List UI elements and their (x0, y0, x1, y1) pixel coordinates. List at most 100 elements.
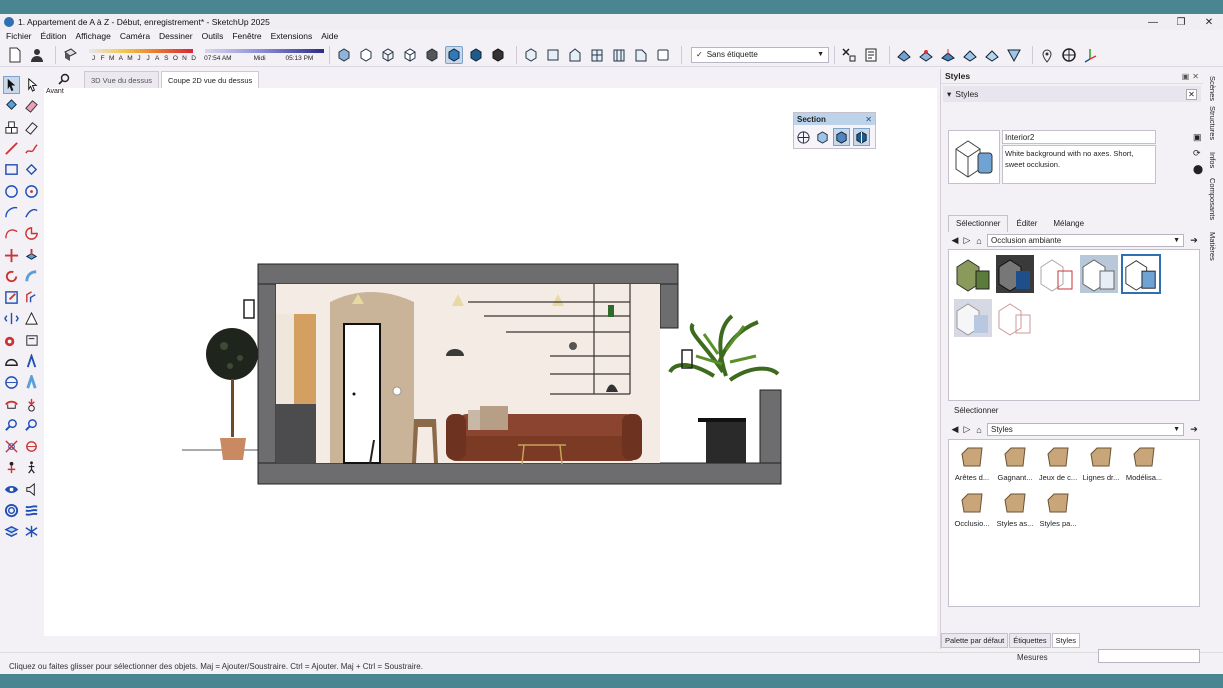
menu-affichage[interactable]: Affichage (76, 31, 111, 41)
menu-camera[interactable]: Caméra (120, 31, 150, 41)
components-icon[interactable] (3, 118, 20, 136)
bottom-view-icon[interactable] (654, 46, 672, 64)
three-point-arc-icon[interactable] (3, 225, 20, 243)
text-tool-icon[interactable] (24, 353, 41, 371)
axes-tool-icon[interactable] (1082, 46, 1100, 64)
tab-scenes[interactable]: Scènes (1208, 76, 1217, 101)
style-thumb[interactable] (1079, 254, 1119, 294)
shadow-toggle-icon[interactable] (61, 46, 79, 64)
left-view-icon[interactable] (632, 46, 650, 64)
iso-view-icon[interactable] (522, 46, 540, 64)
tab-materials[interactable]: Matières (1208, 232, 1217, 261)
style-description-field[interactable]: White background with no axes. Short, sw… (1002, 145, 1156, 184)
right-view-icon[interactable] (588, 46, 606, 64)
scale-icon[interactable] (3, 289, 20, 307)
3d-text-icon[interactable] (24, 374, 41, 392)
sandbox-stamp-icon[interactable] (917, 46, 935, 64)
offset-icon[interactable] (24, 289, 41, 307)
back-view-icon[interactable] (610, 46, 628, 64)
details-icon[interactable]: ➔ (1187, 235, 1201, 246)
section-plane-icon[interactable] (796, 128, 812, 146)
close-icon[interactable]: ✕ (865, 115, 872, 124)
minimize-button[interactable]: — (1139, 14, 1167, 30)
menu-aide[interactable]: Aide (321, 31, 338, 41)
previous-view-icon[interactable] (24, 438, 41, 456)
menu-dessiner[interactable]: Dessiner (159, 31, 193, 41)
solid-tools-icon[interactable] (24, 310, 41, 328)
back-icon[interactable]: ◀ (949, 424, 961, 435)
menu-edition[interactable]: Édition (41, 31, 67, 41)
xray-style-icon[interactable] (335, 46, 353, 64)
tag-dropdown[interactable]: ✓ Sans étiquette ▼ (691, 46, 829, 63)
circle-icon[interactable] (3, 182, 20, 200)
protractor-icon[interactable] (3, 353, 20, 371)
forward-icon[interactable]: ▷ (961, 424, 973, 435)
home-icon[interactable]: ⌂ (973, 425, 985, 435)
axes-icon[interactable] (3, 374, 20, 392)
arc-icon[interactable] (3, 203, 20, 221)
tab-outliner[interactable]: Structures (1208, 106, 1217, 140)
close-icon[interactable]: ✕ (1186, 88, 1197, 100)
style-thumb[interactable] (995, 254, 1035, 294)
menu-extensions[interactable]: Extensions (271, 31, 313, 41)
measurements-input[interactable] (1098, 649, 1200, 663)
zoom-window-icon[interactable] (24, 416, 41, 434)
eraser-icon[interactable] (24, 97, 41, 115)
sound-icon[interactable] (24, 480, 41, 498)
forward-icon[interactable]: ▷ (961, 235, 973, 246)
pie-icon[interactable] (24, 225, 41, 243)
line-tool-icon[interactable] (3, 140, 20, 158)
tab-tags[interactable]: Étiquettes (1009, 633, 1051, 648)
rotate-icon[interactable] (3, 267, 20, 285)
style-thumb[interactable] (953, 254, 993, 294)
folder-item[interactable]: Gagnant... (994, 444, 1036, 488)
tab-edit[interactable]: Éditer (1008, 215, 1045, 232)
collection-dropdown[interactable]: Occlusion ambiante ▼ (987, 234, 1184, 247)
push-pull-icon[interactable] (24, 246, 41, 264)
menu-fichier[interactable]: Fichier (6, 31, 32, 41)
sandbox-smoove-icon[interactable] (895, 46, 913, 64)
sandbox-grid-icon[interactable] (1005, 46, 1023, 64)
freehand-icon[interactable] (24, 140, 41, 158)
folder-item[interactable]: Arêtes d... (951, 444, 993, 488)
pin-icon[interactable]: ▣ (1182, 72, 1190, 81)
sandbox-mesh-icon[interactable] (24, 523, 41, 541)
display-section-fill-icon[interactable] (853, 128, 870, 146)
zoom-icon[interactable] (3, 416, 20, 434)
walk-icon[interactable] (24, 459, 41, 477)
scene-tab-section[interactable]: Coupe 2D vue du dessus (161, 71, 260, 88)
select-tool-icon[interactable] (3, 75, 20, 94)
flip-icon[interactable] (3, 310, 20, 328)
sandbox-layers-icon[interactable] (3, 523, 20, 541)
tape-measure-icon[interactable] (3, 331, 20, 349)
menu-outils[interactable]: Outils (202, 31, 224, 41)
tab-styles[interactable]: Styles (1051, 633, 1081, 648)
update-style-icon[interactable]: ⟳ (1193, 148, 1203, 159)
position-camera-icon[interactable] (3, 459, 20, 477)
add-location-icon[interactable] (1060, 46, 1078, 64)
polygon-icon[interactable] (24, 182, 41, 200)
lasso-select-icon[interactable] (24, 76, 40, 94)
dimension-icon[interactable] (24, 331, 41, 349)
top-view-icon[interactable] (544, 46, 562, 64)
tab-default-palette[interactable]: Palette par défaut (941, 633, 1009, 648)
search-icon[interactable] (44, 69, 84, 88)
folder-dropdown[interactable]: Styles ▼ (987, 423, 1184, 436)
shaded-icon[interactable] (423, 46, 441, 64)
outliner-icon[interactable] (862, 46, 880, 64)
sandbox-detail-icon[interactable] (961, 46, 979, 64)
maximize-button[interactable]: ❐ (1167, 14, 1195, 30)
sandbox-flip-icon[interactable] (983, 46, 1001, 64)
rectangle-icon[interactable] (3, 161, 20, 179)
folder-item[interactable]: Lignes dr... (1080, 444, 1122, 488)
section-cut-icon[interactable] (815, 128, 831, 146)
sandbox-drape-icon[interactable] (939, 46, 957, 64)
two-point-arc-icon[interactable] (24, 203, 41, 221)
menu-fenetre[interactable]: Fenêtre (232, 31, 261, 41)
style-thumb[interactable] (995, 298, 1035, 338)
tab-components[interactable]: Composants (1208, 178, 1217, 220)
shaded-textures-icon[interactable] (445, 45, 463, 64)
sandbox-contour-icon[interactable] (3, 502, 20, 520)
details-icon[interactable]: ➔ (1187, 424, 1201, 435)
create-style-icon[interactable]: ▣ (1193, 132, 1203, 143)
